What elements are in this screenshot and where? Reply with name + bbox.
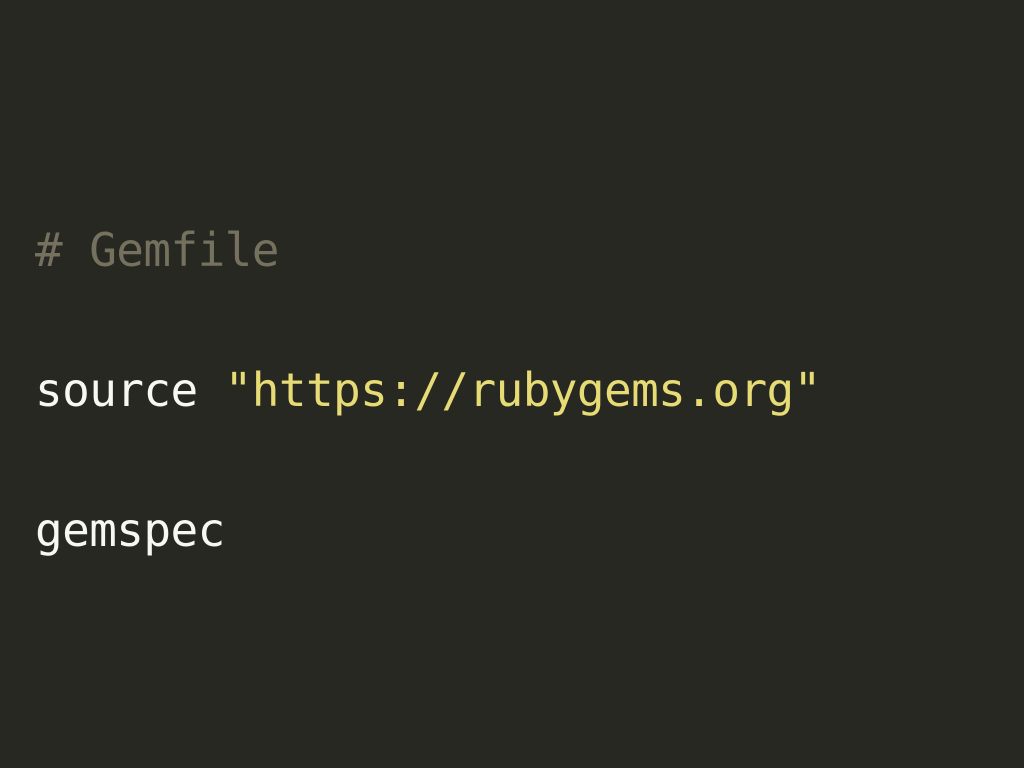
source-url-string-token: "https://rubygems.org"	[224, 363, 822, 417]
source-keyword-token: source	[35, 363, 225, 417]
code-line-gemspec: gemspec	[35, 500, 225, 560]
code-line-source: source "https://rubygems.org"	[35, 360, 821, 420]
gemspec-token: gemspec	[35, 503, 225, 557]
code-block: # Gemfile source "https://rubygems.org" …	[35, 0, 1005, 557]
comment-token: # Gemfile	[35, 223, 279, 277]
code-line-comment: # Gemfile	[35, 220, 279, 280]
